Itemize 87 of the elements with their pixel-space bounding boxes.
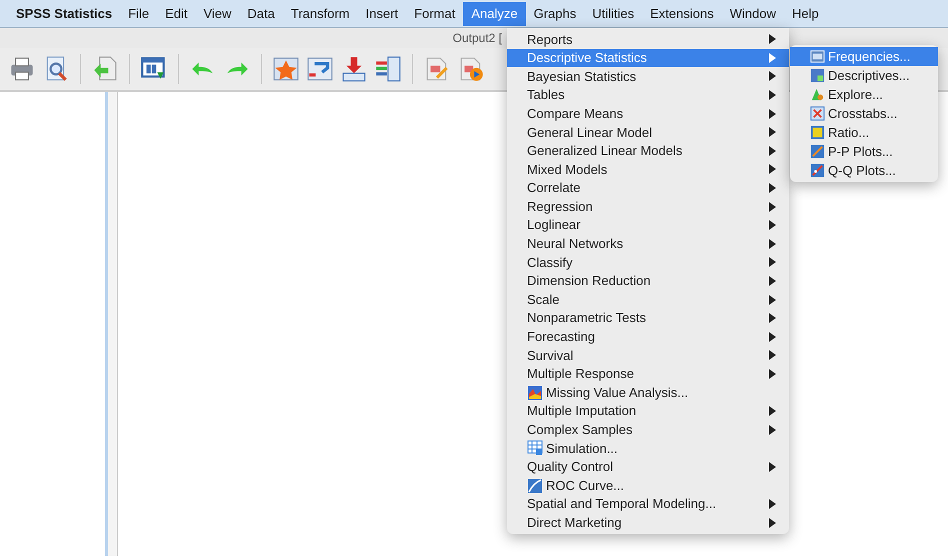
menu-item[interactable]: Spatial and Temporal Modeling... xyxy=(507,494,789,514)
curve-chart-icon xyxy=(527,478,543,494)
menu-bar-item[interactable]: Extensions xyxy=(642,2,722,26)
submenu-arrow-icon xyxy=(768,238,777,250)
menu-item[interactable]: Correlate xyxy=(507,178,789,198)
star-table-icon[interactable] xyxy=(272,55,300,83)
menu-item[interactable]: General Linear Model xyxy=(507,122,789,142)
variables-list-icon[interactable] xyxy=(374,55,402,83)
submenu-arrow-icon xyxy=(768,256,777,268)
submenu-arrow-icon xyxy=(768,108,777,120)
menu-item[interactable]: Multiple Imputation xyxy=(507,402,789,420)
menu-bar-item[interactable]: Help xyxy=(784,2,827,26)
explore-icon xyxy=(810,87,825,102)
menu-item[interactable]: Simulation... xyxy=(507,439,789,458)
ratio-icon xyxy=(810,125,825,140)
menu-item[interactable]: Descriptives... xyxy=(790,66,938,85)
submenu-arrow-icon xyxy=(768,163,777,176)
submenu-arrow-icon xyxy=(768,182,777,194)
menu-bar-item[interactable]: Insert xyxy=(358,2,406,26)
menu-item[interactable]: Multiple Response xyxy=(507,364,789,384)
menu-item[interactable]: Mixed Models xyxy=(507,160,789,179)
menu-bar-item[interactable]: Format xyxy=(406,2,464,26)
menu-item[interactable]: Dimension Reduction xyxy=(507,272,789,290)
menu-bar-item[interactable]: View xyxy=(195,2,240,26)
menu-item[interactable]: Survival xyxy=(507,346,789,365)
submenu-arrow-icon xyxy=(768,424,777,436)
submenu-arrow-icon xyxy=(768,498,777,510)
menu-item[interactable]: Descriptive Statistics xyxy=(507,48,789,68)
menu-item[interactable]: Neural Networks xyxy=(507,234,789,254)
submenu-arrow-icon xyxy=(768,219,777,232)
menu-item[interactable]: Missing Value Analysis... xyxy=(507,383,789,402)
pp-plot-icon xyxy=(810,144,825,159)
menu-item[interactable]: Scale xyxy=(507,290,789,309)
menu-item[interactable]: Direct Marketing xyxy=(507,513,789,532)
submenu-arrow-icon xyxy=(768,52,777,64)
menu-item[interactable]: Regression xyxy=(507,197,789,216)
menu-item[interactable]: ROC Curve... xyxy=(507,476,789,495)
submenu-arrow-icon xyxy=(768,33,777,46)
missing-values-icon xyxy=(527,384,543,401)
menu-bar-item[interactable]: Window xyxy=(722,2,784,26)
menu-item[interactable]: Frequencies... xyxy=(790,47,938,66)
menu-bar-item[interactable]: Graphs xyxy=(526,2,584,26)
menu-item[interactable]: Loglinear xyxy=(507,216,789,235)
submenu-arrow-icon xyxy=(768,144,777,157)
menu-item[interactable]: Nonparametric Tests xyxy=(507,308,789,328)
mean-icon xyxy=(810,68,825,83)
submenu-arrow-icon xyxy=(768,516,777,529)
menu-item[interactable]: Classify xyxy=(507,253,789,272)
submenu-arrow-icon xyxy=(768,70,777,82)
submenu-arrow-icon xyxy=(768,312,777,324)
grid-icon xyxy=(527,440,543,456)
submenu-arrow-icon xyxy=(768,89,777,102)
menu-bar-item[interactable]: Utilities xyxy=(584,2,642,26)
submenu-arrow-icon xyxy=(768,330,777,343)
menu-bar-item[interactable]: File xyxy=(120,2,158,26)
menu-item[interactable]: Complex Samples xyxy=(507,420,789,440)
submenu-arrow-icon xyxy=(768,349,777,362)
submenu-arrow-icon xyxy=(768,460,777,473)
printer-icon[interactable] xyxy=(8,55,36,83)
menu-item[interactable]: Q-Q Plots... xyxy=(790,161,938,180)
submenu-arrow-icon xyxy=(768,275,777,288)
menu-bar-item[interactable]: Data xyxy=(239,2,283,26)
menu-item[interactable]: P-P Plots... xyxy=(790,142,938,161)
crosstab-icon xyxy=(810,106,825,121)
menu-item[interactable]: Explore... xyxy=(790,85,938,104)
submenu-arrow-icon xyxy=(768,368,777,380)
menu-item[interactable]: Bayesian Statistics xyxy=(507,67,789,86)
submenu-arrow-icon xyxy=(768,405,777,418)
menu-item[interactable]: Reports xyxy=(507,30,789,49)
menu-item[interactable]: Generalized Linear Models xyxy=(507,142,789,160)
qq-plot-icon xyxy=(810,163,825,178)
menu-item[interactable]: Forecasting xyxy=(507,328,789,346)
insert-arrow-icon[interactable] xyxy=(340,55,368,83)
window-title: Output2 [ xyxy=(452,30,502,47)
numbers-icon xyxy=(810,49,825,64)
menu-item[interactable]: Compare Means xyxy=(507,104,789,123)
menu-item[interactable]: Quality Control xyxy=(507,458,789,476)
submenu-arrow-icon xyxy=(768,294,777,306)
submenu-arrow-icon xyxy=(768,126,777,138)
menu-item[interactable]: Ratio... xyxy=(790,123,938,142)
menu-bar-item[interactable]: Edit xyxy=(157,2,196,26)
menu-item[interactable]: Crosstabs... xyxy=(790,104,938,123)
app-menu[interactable]: SPSS Statistics xyxy=(8,2,120,26)
menu-bar-item[interactable]: Transform xyxy=(282,2,358,26)
menu-item[interactable]: Tables xyxy=(507,86,789,104)
submenu-arrow-icon xyxy=(768,200,777,213)
menu-bar-item[interactable]: Analyze xyxy=(463,2,526,26)
